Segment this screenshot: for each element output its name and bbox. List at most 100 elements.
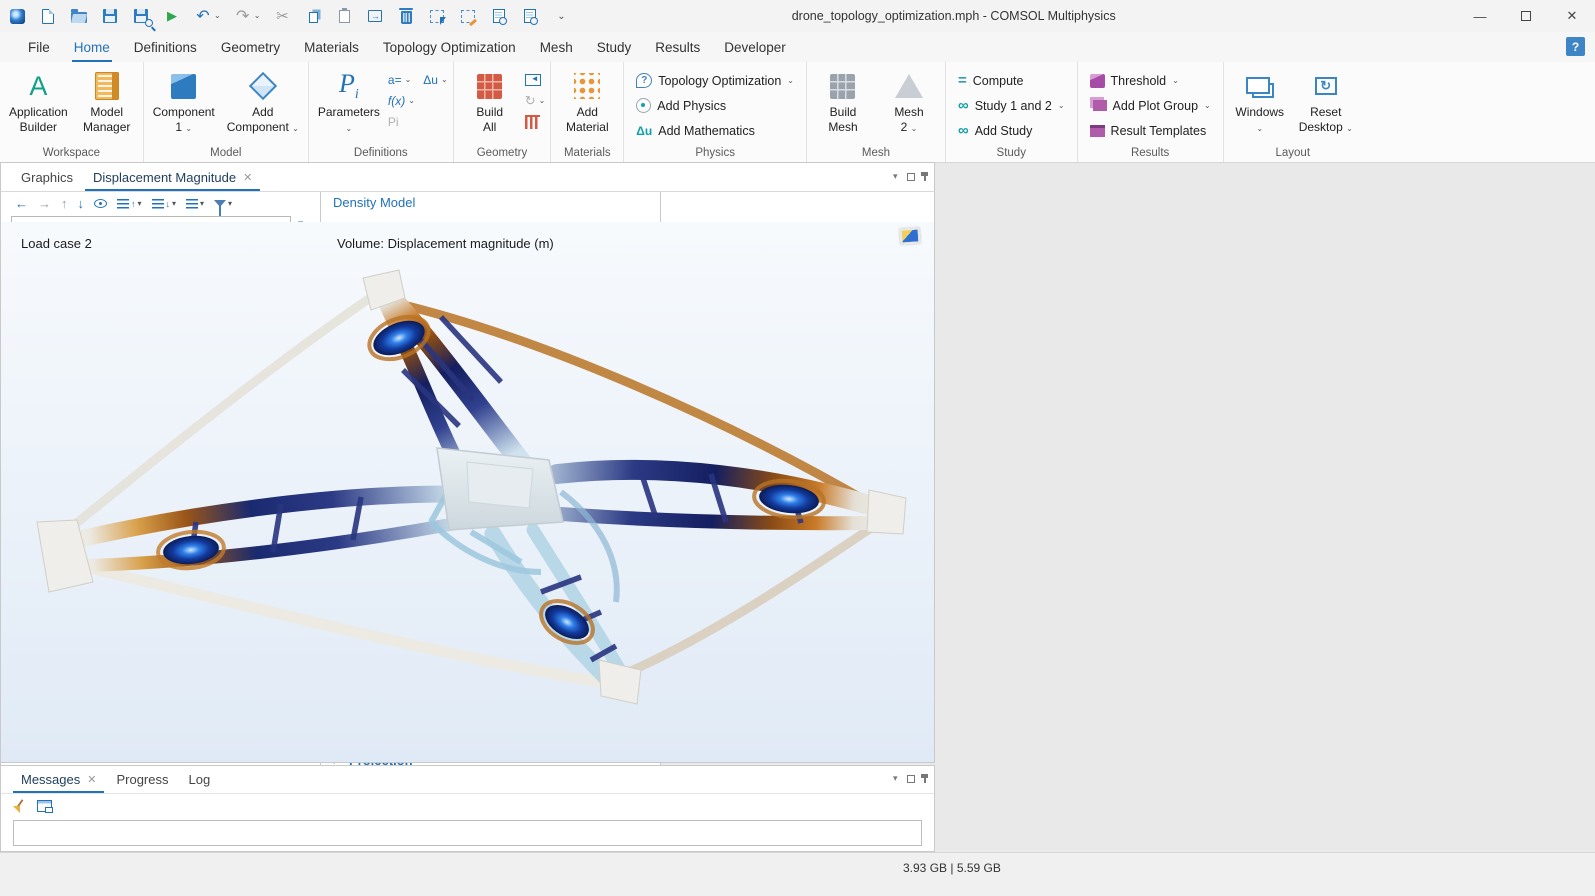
insert-sequence-icon[interactable] [525,71,546,89]
application-builder-button[interactable]: A ApplicationBuilder [5,65,72,135]
build-mesh-button[interactable]: BuildMesh [812,65,874,135]
save-icon[interactable] [101,7,119,25]
tab-graphics[interactable]: Graphics [11,163,83,191]
collapse-all-icon[interactable]: ↓▾ [152,199,177,209]
study-1-and-2-button[interactable]: ∞ Study 1 and 2⌄ [951,93,1072,118]
float-panel-icon[interactable] [907,173,915,181]
add-mathematics-button[interactable]: Δu Add Mathematics [629,118,801,143]
plot-thumbnail-icon[interactable] [899,227,920,244]
filter-icon[interactable]: ▾ [214,200,232,208]
add-material-button[interactable]: AddMaterial [556,65,618,135]
float-panel-icon[interactable] [907,775,915,783]
build-all-icon [477,74,502,99]
undo-button[interactable]: ↶⌄ [194,7,221,25]
close-tab-icon[interactable]: ✕ [243,171,252,184]
tab-displacement-magnitude[interactable]: Displacement Magnitude✕ [83,163,262,191]
close-button[interactable]: ✕ [1549,0,1595,32]
ribbon-group-physics: ? Topology Optimization⌄ Add Physics Δu … [624,62,807,162]
expand-all-icon[interactable]: ↑▾ [117,199,142,209]
threshold-button[interactable]: Threshold⌄ [1083,68,1218,93]
tab-log[interactable]: Log [179,766,221,793]
group-label-results: Results [1083,146,1218,162]
tab-developer[interactable]: Developer [712,32,798,62]
minimize-button[interactable]: — [1457,0,1503,32]
find-document-icon[interactable] [490,7,508,25]
move-down-icon[interactable]: ↓ [78,196,85,211]
forward-icon[interactable]: → [38,196,51,211]
nonlocal-couplings-button[interactable]: Δu⌄ [423,71,447,89]
add-physics-button[interactable]: Add Physics [629,93,801,118]
add-study-button[interactable]: ∞ Add Study [951,118,1072,143]
reset-desktop-button[interactable]: ↻ ResetDesktop ⌄ [1295,65,1357,135]
mesh-icon [895,74,923,98]
pin-panel-icon[interactable] [924,172,927,181]
open-folder-icon[interactable] [70,7,88,25]
ribbon-group-mesh: BuildMesh Mesh2 ⌄ Mesh [807,62,946,162]
tab-home[interactable]: Home [62,32,122,62]
help-button[interactable]: ? [1566,37,1585,56]
model-tree-node-text-icon[interactable]: ▾ [186,199,204,209]
copy-icon[interactable] [304,7,322,25]
redo-button[interactable]: ↷⌄ [234,7,261,25]
mesh-2-button[interactable]: Mesh2 ⌄ [878,65,940,135]
topology-optimization-button[interactable]: ? Topology Optimization⌄ [629,68,801,93]
move-up-icon[interactable]: ↑ [61,196,68,211]
panel-menu-icon[interactable]: ▾ [893,171,898,182]
tab-results[interactable]: Results [643,32,712,62]
new-file-icon[interactable] [39,7,57,25]
tab-file[interactable]: File [16,32,62,62]
close-tab-icon[interactable]: ✕ [87,773,96,786]
parameters-button[interactable]: Pi Parameters⌄ [314,65,384,135]
windows-button[interactable]: Windows⌄ [1229,65,1291,135]
show-icon[interactable] [94,199,107,208]
run-icon[interactable]: ▶ [163,7,181,25]
search-document-icon[interactable] [521,7,539,25]
tab-progress[interactable]: Progress [106,766,178,793]
tab-topology-optimization[interactable]: Topology Optimization [371,32,528,62]
tab-materials[interactable]: Materials [292,32,371,62]
tab-definitions[interactable]: Definitions [122,32,209,62]
ribbon-group-workspace: A ApplicationBuilder ModelManager Worksp… [0,62,144,162]
compute-button[interactable]: = Compute [951,68,1072,93]
maximize-button[interactable] [1503,0,1549,32]
clear-frame-icon[interactable] [459,7,477,25]
plot-title-annotation: Volume: Displacement magnitude (m) [337,236,554,251]
paste-icon[interactable] [335,7,353,25]
build-all-button[interactable]: BuildAll [459,65,521,135]
add-physics-icon [636,98,651,113]
topology-optimization-icon: ? [636,73,652,88]
move-window-icon[interactable]: → [366,7,384,25]
messages-output[interactable] [13,820,922,846]
select-frame-icon[interactable] [428,7,446,25]
study-icon: ∞ [958,97,969,114]
message-table-icon[interactable] [37,800,52,812]
back-icon[interactable]: ← [15,196,28,211]
component-1-button[interactable]: Component1 ⌄ [149,65,219,135]
result-templates-button[interactable]: Result Templates [1083,118,1218,143]
model-manager-button[interactable]: ModelManager [76,65,138,135]
graphics-canvas[interactable]: Load case 2 Volume: Displacement magnitu… [0,222,935,763]
tab-geometry[interactable]: Geometry [209,32,292,62]
ribbon: A ApplicationBuilder ModelManager Worksp… [0,62,1595,163]
clear-messages-icon[interactable] [13,799,27,813]
remove-details-icon[interactable] [525,113,546,131]
panel-menu-icon[interactable]: ▾ [893,773,898,784]
group-label-mesh: Mesh [812,146,940,162]
group-label-geometry: Geometry [459,146,546,162]
add-component-button[interactable]: AddComponent ⌄ [223,65,303,135]
pin-panel-icon[interactable] [924,774,927,783]
variables-button[interactable]: a=⌄ [388,71,411,89]
functions-button[interactable]: f(x)⌄ [388,92,448,110]
toolbar-options-icon[interactable]: ⌄ [552,7,570,25]
cut-icon[interactable]: ✂ [273,7,291,25]
tab-messages[interactable]: Messages✕ [11,766,106,793]
add-plot-group-button[interactable]: Add Plot Group⌄ [1083,93,1218,118]
group-label-physics: Physics [629,146,801,162]
tab-mesh[interactable]: Mesh [528,32,585,62]
delete-icon[interactable] [397,7,415,25]
undo-icon: ↶ [194,7,212,25]
tab-study[interactable]: Study [585,32,644,62]
application-builder-icon: A [29,71,47,102]
group-label-materials: Materials [556,146,618,162]
save-search-icon[interactable] [132,7,150,25]
